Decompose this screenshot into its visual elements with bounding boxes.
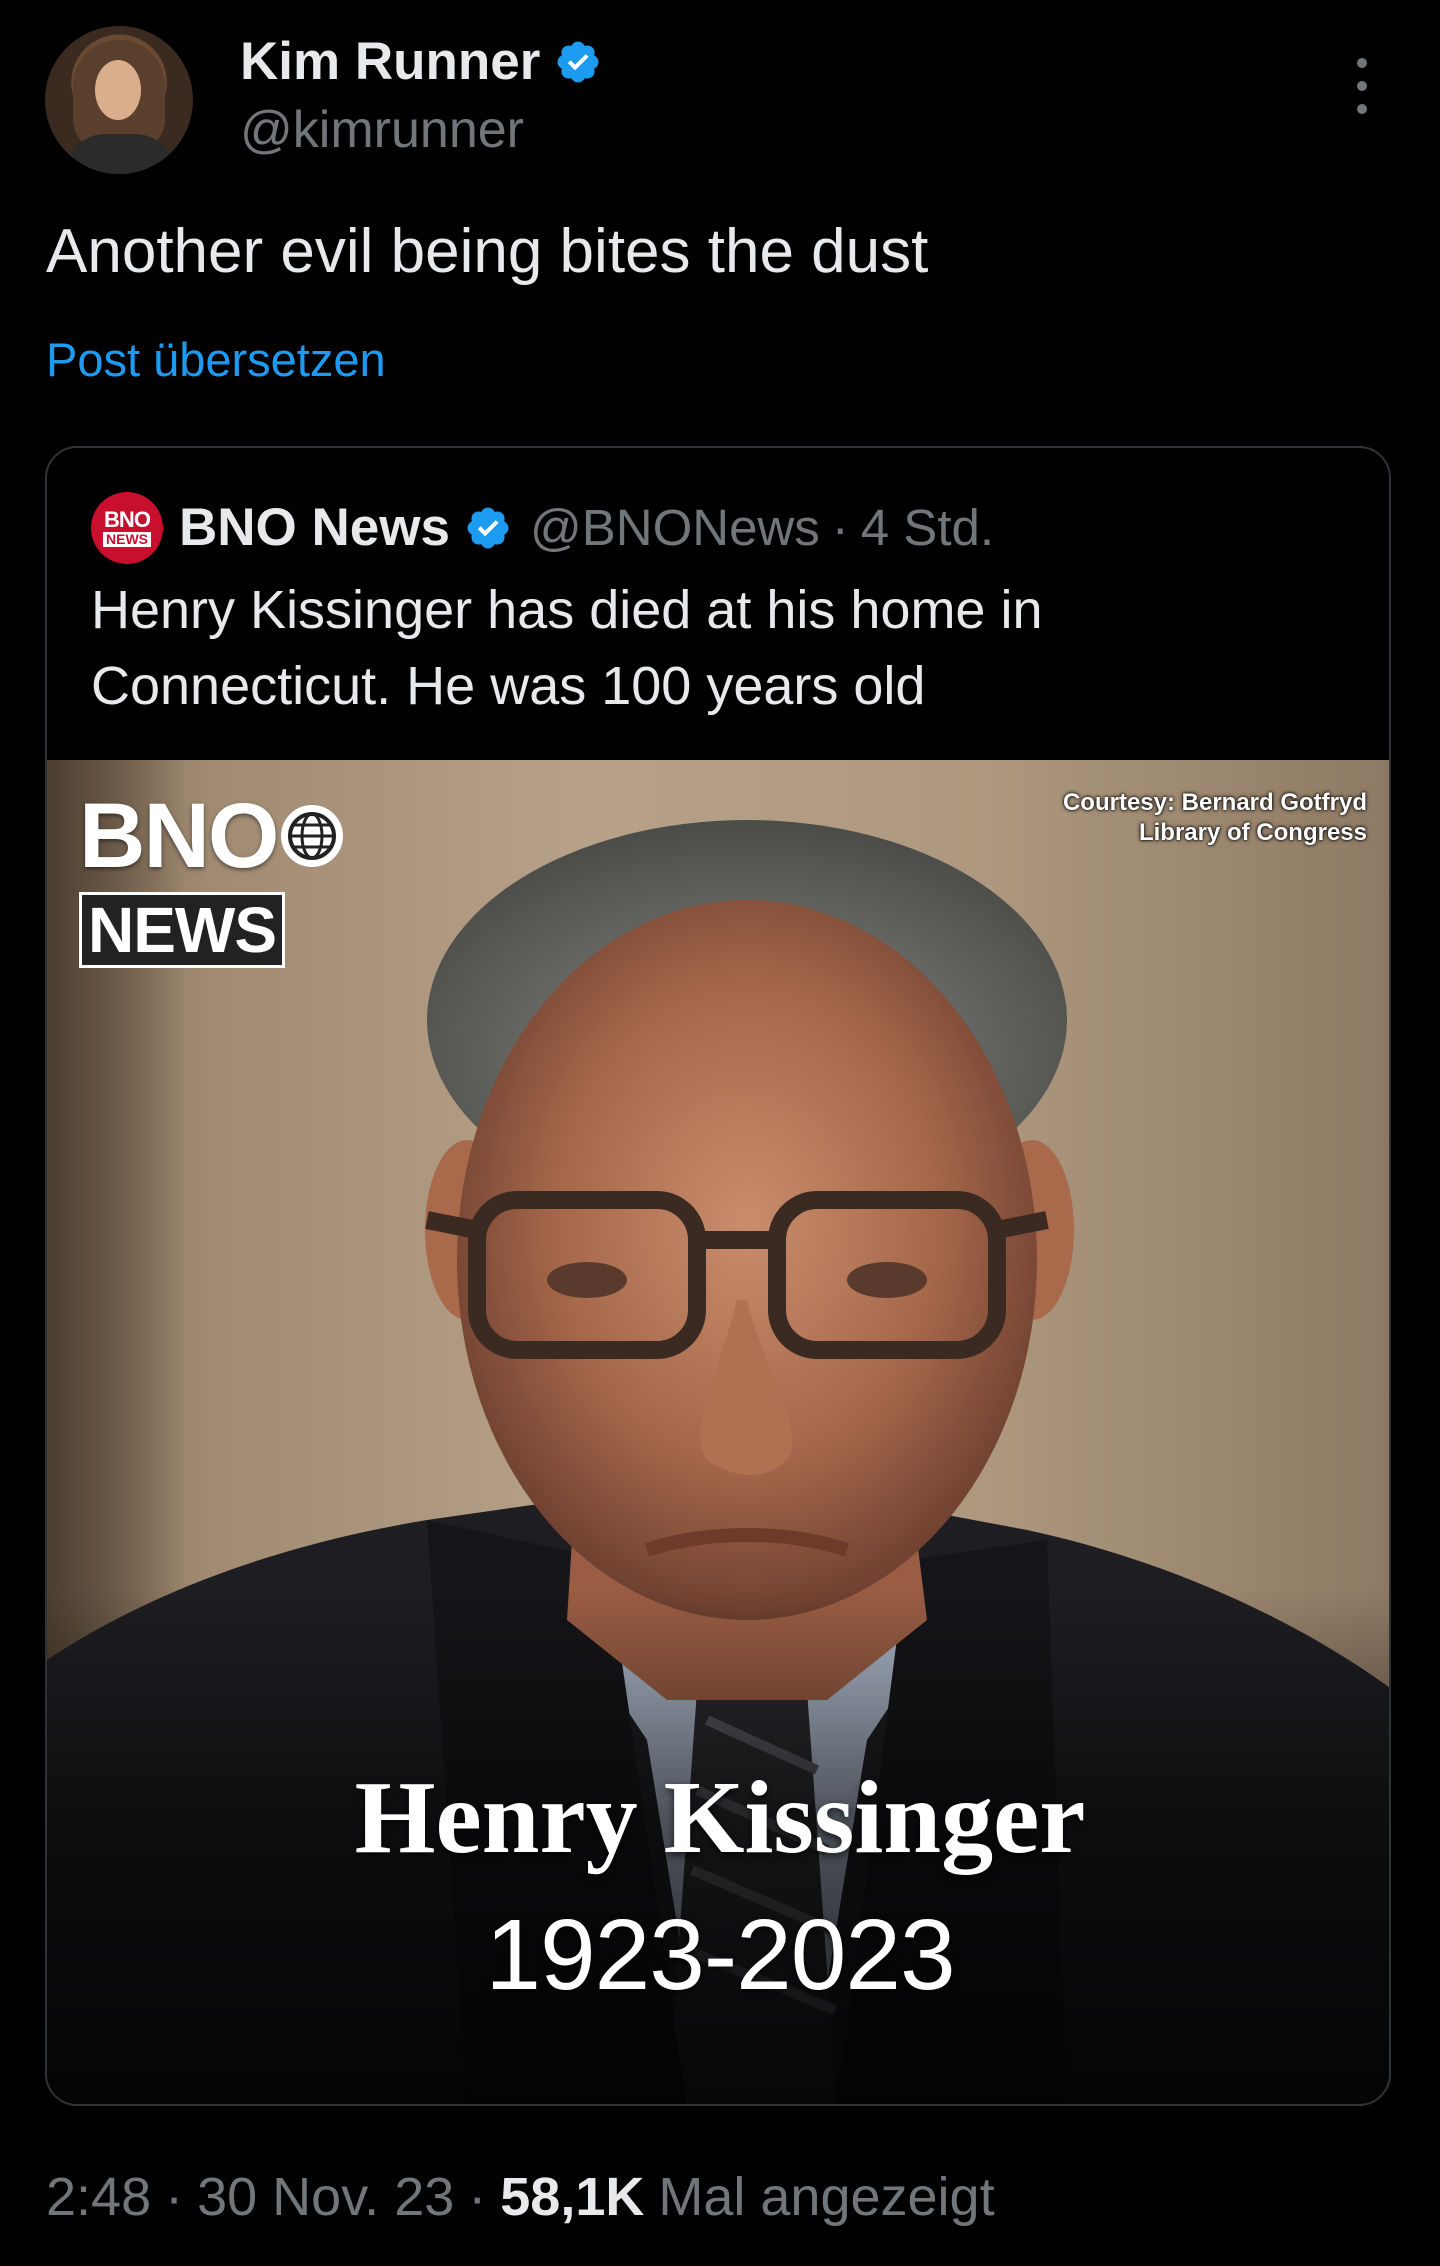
views-count[interactable]: 58,1K — [500, 2162, 644, 2232]
quoted-author-name[interactable]: BNO News — [179, 496, 450, 560]
verified-badge-icon[interactable] — [464, 504, 512, 552]
author-display-name[interactable]: Kim Runner — [240, 32, 540, 92]
verified-badge-icon[interactable] — [554, 38, 602, 86]
image-logo-bno: BNO — [79, 785, 279, 887]
image-caption-years: 1923-2023 — [485, 1899, 955, 2011]
image-logo-news: NEWS — [79, 892, 285, 968]
quoted-post-header: BNO NEWS BNO News @BNONews · 4 Std. — [91, 492, 994, 564]
post-meta: 2:48 · 30 Nov. 23 · 58,1K Mal angezeigt — [46, 2162, 995, 2232]
author-name-row: Kim Runner — [240, 32, 602, 92]
post-text: Another evil being bites the dust — [46, 217, 929, 286]
views-label: Mal angezeigt — [658, 2167, 995, 2227]
bno-news-image-logo: BNO NEWS — [79, 788, 345, 968]
image-caption-name: Henry Kissinger — [354, 1760, 1086, 1875]
translate-post-link[interactable]: Post übersetzen — [46, 330, 386, 390]
header-separator: · — [831, 499, 849, 556]
quoted-post-text: Henry Kissinger has died at his home in … — [91, 580, 1043, 716]
image-credit: Courtesy: Bernard Gotfryd Library of Con… — [1063, 788, 1367, 848]
quoted-author-avatar[interactable]: BNO NEWS — [91, 492, 163, 564]
meta-separator: · — [468, 2167, 487, 2227]
post-date[interactable]: 30 Nov. 23 — [197, 2162, 454, 2232]
author-handle[interactable]: @kimrunner — [240, 100, 524, 160]
quoted-post-image[interactable]: BNO NEWS Courtesy: Bernard Gotfryd Libra… — [47, 760, 1389, 2104]
author-avatar[interactable] — [45, 26, 193, 174]
post-time[interactable]: 2:48 — [46, 2162, 151, 2232]
quoted-post-card[interactable]: BNO NEWS BNO News @BNONews · 4 Std. Henr… — [45, 446, 1391, 2106]
meta-separator: · — [165, 2167, 184, 2227]
quoted-post-time[interactable]: 4 Std. — [861, 496, 994, 560]
image-credit-line-1: Courtesy: Bernard Gotfryd — [1062, 789, 1367, 816]
globe-icon — [281, 805, 344, 867]
more-vertical-icon — [1357, 58, 1367, 68]
image-credit-line-2: Library of Congress — [1138, 819, 1367, 846]
more-options-button[interactable] — [1342, 58, 1382, 114]
quoted-author-handle[interactable]: @BNONews — [530, 496, 820, 560]
